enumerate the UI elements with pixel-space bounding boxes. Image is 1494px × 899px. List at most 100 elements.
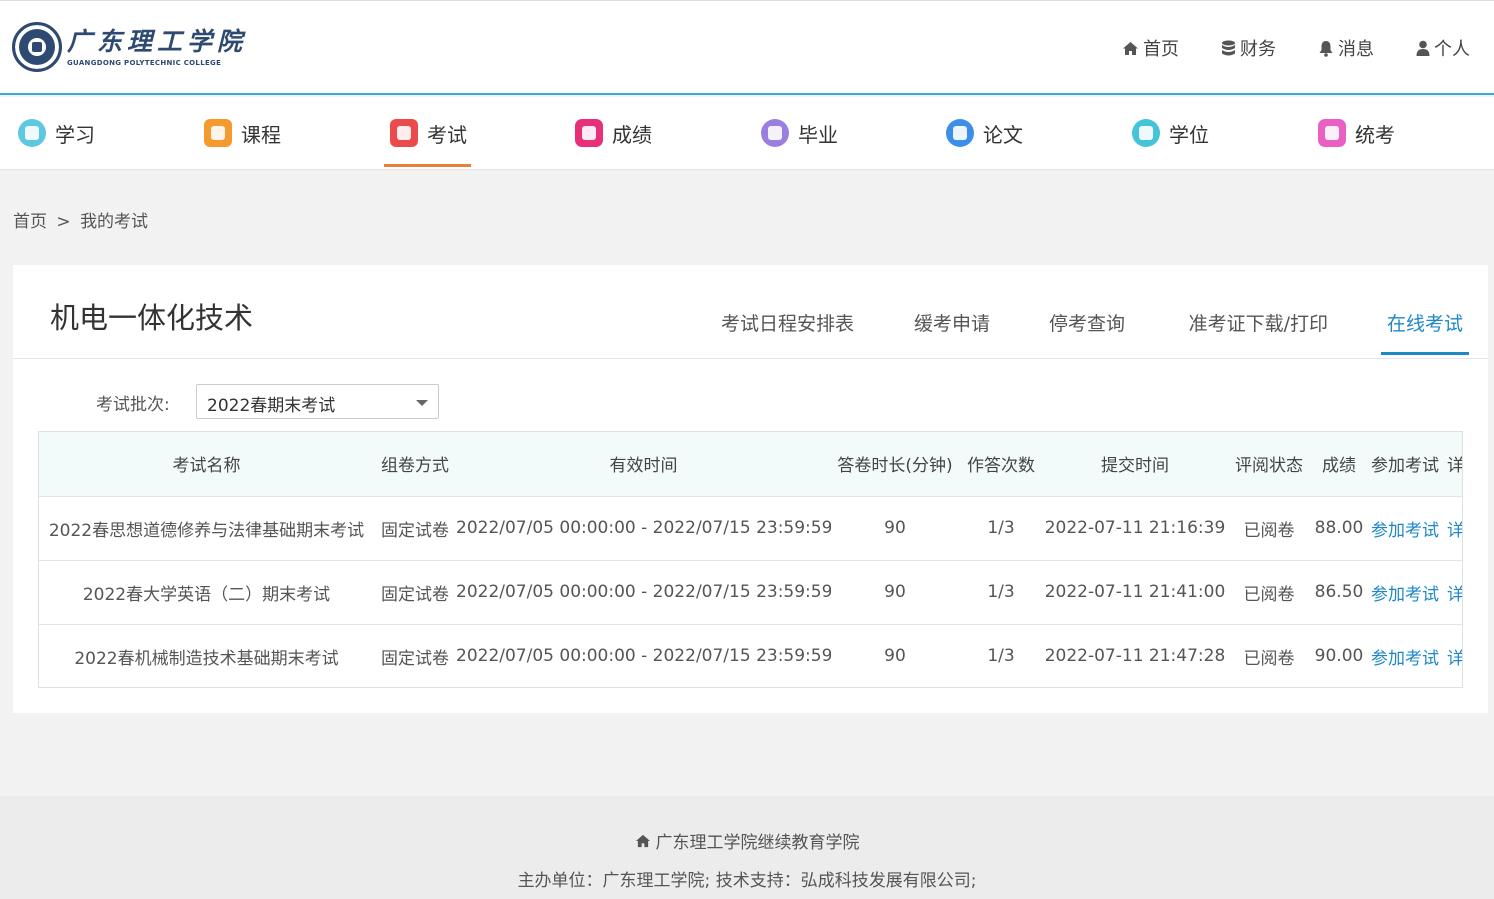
exam-icon — [390, 119, 418, 147]
cell-period: 2022/07/05 00:00:00 - 2022/07/15 23:59:5… — [456, 582, 831, 602]
footer-school-name: 广东理工学院继续教育学院 — [655, 833, 860, 853]
top-nav-home[interactable]: 首页 — [1122, 35, 1179, 61]
cell-status: 已阅卷 — [1243, 584, 1295, 605]
col-header-period: 有效时间 — [609, 456, 678, 477]
cell-status: 已阅卷 — [1243, 648, 1295, 669]
thesis-icon — [946, 119, 974, 147]
module-exam[interactable]: 考试 — [384, 97, 471, 169]
cell-attempts: 1/3 — [987, 646, 1015, 667]
cell-submitted: 2022-07-11 21:16:39 — [1044, 518, 1226, 538]
cell-mode: 固定试卷 — [381, 520, 449, 541]
top-nav-home-label: 首页 — [1143, 39, 1179, 60]
exam-card: 机电一体化技术 考试日程安排表 缓考申请 停考查询 准考证下载/打印 在线考试 … — [13, 265, 1488, 713]
cell-duration: 90 — [884, 582, 906, 602]
study-icon — [18, 119, 46, 147]
cell-status: 已阅卷 — [1243, 520, 1295, 541]
cell-period: 2022/07/05 00:00:00 - 2022/07/15 23:59:5… — [456, 518, 831, 538]
home-icon — [635, 834, 650, 847]
detail-link[interactable]: 详 — [1443, 624, 1462, 687]
user-icon — [1416, 40, 1430, 56]
module-thesis-label: 论文 — [983, 122, 1023, 147]
detail-link[interactable]: 详 — [1443, 560, 1462, 624]
score-icon — [575, 119, 603, 147]
module-unified-exam-label: 统考 — [1355, 122, 1395, 147]
database-icon — [1222, 40, 1235, 55]
graduation-icon — [761, 119, 789, 147]
top-nav-messages-label: 消息 — [1338, 39, 1374, 60]
cell-score: 90.00 — [1314, 646, 1364, 667]
module-graduation-label: 毕业 — [798, 122, 838, 147]
site-footer: 广东理工学院继续教育学院 主办单位：广东理工学院; 技术支持：弘成科技发展有限公… — [0, 796, 1494, 899]
module-degree[interactable]: 学位 — [1132, 97, 1209, 169]
top-nav: 首页 财务 消息 个人 — [1080, 35, 1470, 61]
module-thesis[interactable]: 论文 — [946, 97, 1023, 169]
module-nav: 学习 课程 考试 成绩 毕业 论文 学位 统考 — [0, 97, 1494, 170]
tab-admission-ticket[interactable]: 准考证下载/打印 — [1189, 309, 1328, 336]
module-study-label: 学习 — [55, 122, 95, 147]
footer-credits: 主办单位：广东理工学院; 技术支持：弘成科技发展有限公司; — [517, 871, 977, 891]
cell-exam-name: 2022春思想道德修养与法律基础期末考试 — [48, 520, 365, 541]
tab-exam-schedule[interactable]: 考试日程安排表 — [721, 309, 854, 336]
batch-label: 考试批次: — [96, 395, 170, 415]
tab-online-exam[interactable]: 在线考试 — [1380, 309, 1470, 355]
col-header-mode: 组卷方式 — [381, 456, 449, 477]
cell-score: 86.50 — [1314, 582, 1364, 602]
module-study[interactable]: 学习 — [18, 97, 95, 169]
module-course[interactable]: 课程 — [204, 97, 281, 169]
col-header-status: 评阅状态 — [1235, 456, 1303, 477]
cell-attempts: 1/3 — [987, 518, 1015, 538]
top-nav-finance[interactable]: 财务 — [1221, 35, 1276, 61]
table-header-row: 考试名称 组卷方式 有效时间 答卷时长(分钟) 作答次数 提交时间 评阅状态 成… — [39, 432, 1462, 496]
top-nav-messages[interactable]: 消息 — [1318, 35, 1374, 61]
col-header-attempts: 作答次数 — [967, 456, 1035, 477]
module-graduation[interactable]: 毕业 — [761, 97, 838, 169]
cell-exam-name: 2022春大学英语（二）期末考试 — [82, 584, 331, 605]
take-exam-link[interactable]: 参加考试 — [1367, 560, 1443, 624]
exam-table: 考试名称 组卷方式 有效时间 答卷时长(分钟) 作答次数 提交时间 评阅状态 成… — [38, 431, 1463, 688]
top-nav-profile[interactable]: 个人 — [1416, 35, 1470, 61]
college-logo[interactable]: 广东理工学院 GUANGDONG POLYTECHNIC COLLEGE — [12, 22, 247, 72]
college-seal-icon — [12, 22, 62, 72]
cell-submitted: 2022-07-11 21:47:28 — [1044, 646, 1226, 667]
footer-school: 广东理工学院继续教育学院 — [0, 828, 1494, 853]
col-header-duration: 答卷时长(分钟) — [837, 456, 953, 477]
top-nav-finance-label: 财务 — [1240, 39, 1276, 60]
card-header: 机电一体化技术 考试日程安排表 缓考申请 停考查询 准考证下载/打印 在线考试 — [13, 265, 1488, 359]
col-header-submitted: 提交时间 — [1101, 456, 1169, 477]
top-nav-profile-label: 个人 — [1434, 39, 1470, 60]
table-row: 2022春机械制造技术基础期末考试 固定试卷 2022/07/05 00:00:… — [39, 624, 1462, 687]
bell-icon — [1319, 40, 1333, 57]
tab-defer-application[interactable]: 缓考申请 — [914, 309, 990, 336]
take-exam-link[interactable]: 参加考试 — [1367, 496, 1443, 560]
cell-attempts: 1/3 — [987, 582, 1015, 602]
breadcrumb-current: 我的考试 — [80, 212, 149, 232]
cell-mode: 固定试卷 — [381, 584, 449, 605]
module-exam-label: 考试 — [427, 122, 467, 147]
unified-exam-icon — [1318, 119, 1346, 147]
module-degree-label: 学位 — [1169, 122, 1209, 147]
batch-select-value: 2022春期末考试 — [207, 396, 336, 416]
detail-link[interactable]: 详 — [1443, 496, 1462, 560]
batch-select[interactable]: 2022春期末考试 — [196, 384, 439, 419]
course-title: 机电一体化技术 — [50, 301, 254, 335]
home-icon — [1123, 41, 1138, 55]
table-row: 2022春大学英语（二）期末考试 固定试卷 2022/07/05 00:00:0… — [39, 560, 1462, 624]
take-exam-link[interactable]: 参加考试 — [1367, 624, 1443, 687]
module-course-label: 课程 — [241, 122, 281, 147]
cell-period: 2022/07/05 00:00:00 - 2022/07/15 23:59:5… — [456, 646, 831, 667]
col-header-action: 参加考试 — [1371, 456, 1439, 477]
module-score-label: 成绩 — [612, 122, 652, 147]
cell-duration: 90 — [884, 518, 906, 538]
table-row: 2022春思想道德修养与法律基础期末考试 固定试卷 2022/07/05 00:… — [39, 496, 1462, 560]
breadcrumb-home[interactable]: 首页 — [13, 212, 47, 232]
module-unified-exam[interactable]: 统考 — [1318, 97, 1395, 169]
cell-mode: 固定试卷 — [381, 648, 449, 669]
cell-duration: 90 — [884, 646, 906, 667]
course-icon — [204, 119, 232, 147]
degree-icon — [1132, 119, 1160, 147]
tab-suspension-query[interactable]: 停考查询 — [1049, 309, 1125, 336]
cell-exam-name: 2022春机械制造技术基础期末考试 — [74, 648, 339, 669]
module-score[interactable]: 成绩 — [575, 97, 652, 169]
cell-score: 88.00 — [1314, 518, 1364, 538]
breadcrumb: 首页 > 我的考试 — [13, 207, 152, 232]
